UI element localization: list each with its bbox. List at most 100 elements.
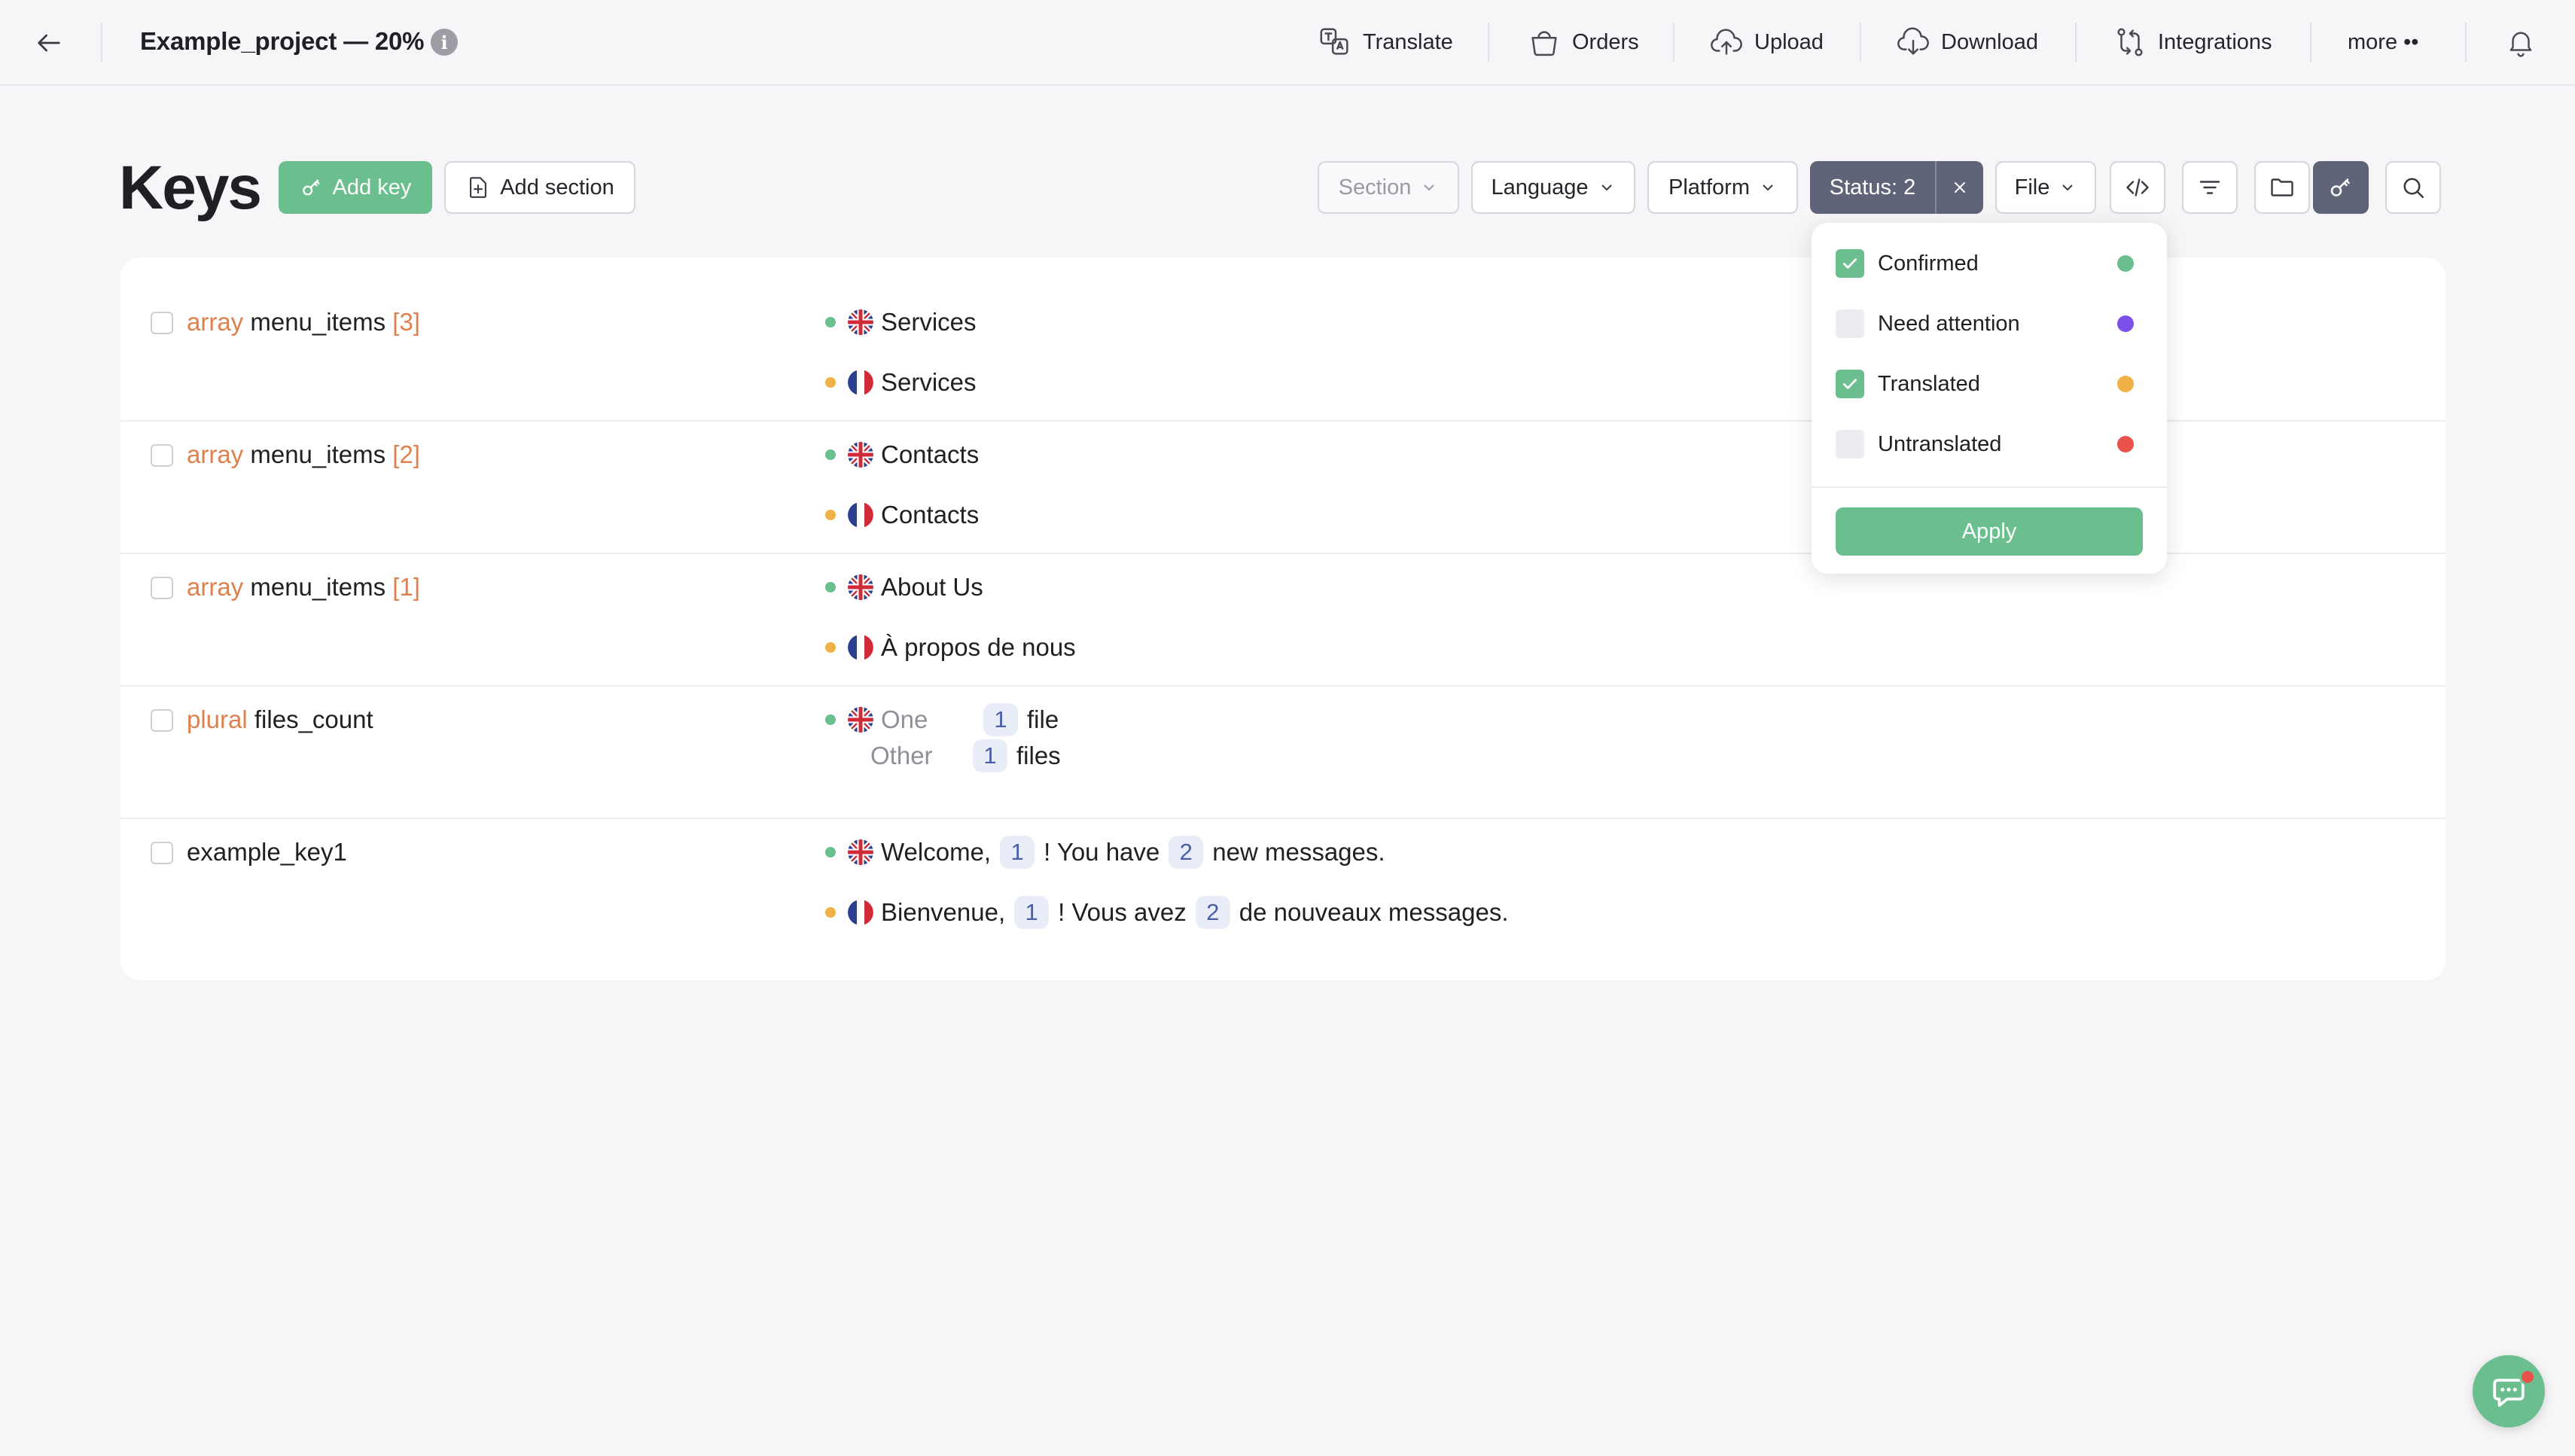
key-row[interactable]: plural files_count One 1 file Other 1 fi… [120,687,2445,819]
translation-en-other[interactable]: Other 1 files [870,739,1061,772]
status-option-translated[interactable]: Translated [1836,363,2143,405]
file-filter[interactable]: File [1995,161,2096,214]
add-section-button[interactable]: Add section [444,161,635,214]
clear-status-button[interactable] [1935,161,1983,214]
divider [2075,23,2077,62]
nav-more[interactable]: more •• [2348,21,2418,63]
row-checkbox[interactable] [151,312,173,334]
dropdown-divider [1812,486,2167,488]
nav-upload[interactable]: Upload [1709,21,1824,63]
translation-fr[interactable]: Contacts [825,498,979,532]
status-option-label: Untranslated [1878,431,2002,456]
key-name-text: example_key1 [187,838,347,866]
folder-plus-icon [470,177,487,198]
key-icon [2330,178,2350,196]
nav-download-label: Download [1941,29,2038,54]
key-view-button[interactable] [2313,161,2369,214]
notification-badge [2519,1369,2536,1385]
status-dot-confirmed [825,582,836,592]
key-name-text: files_count [254,705,373,733]
row-checkbox[interactable] [151,577,173,599]
code-view-button[interactable] [2110,161,2165,214]
integrations-icon [2117,28,2143,56]
fr-flag-icon [848,635,873,660]
nav-translate-label: Translate [1363,29,1453,54]
status-option-need-attention[interactable]: Need attention [1836,303,2143,345]
nav-upload-label: Upload [1754,29,1824,54]
status-filter: Status: 2 [1810,161,1983,214]
check-icon [1843,379,1857,389]
language-filter-label: Language [1491,175,1589,200]
section-view-button[interactable] [2254,161,2310,214]
key-name[interactable]: array menu_items [2] [187,438,420,471]
language-filter[interactable]: Language [1471,161,1635,214]
uk-flag-icon [848,707,873,733]
checkbox-checked[interactable] [1836,249,1864,278]
nav-download[interactable]: Download [1896,21,2038,63]
divider [101,23,102,62]
plural-form-label: One [881,705,928,733]
key-type: array [187,440,244,468]
checkbox-unchecked[interactable] [1836,309,1864,338]
status-option-label: Need attention [1878,311,2020,336]
status-dropdown: Confirmed Need attention Translated Untr… [1812,223,2167,574]
nav-translate[interactable]: Translate [1318,21,1453,63]
search-button[interactable] [2385,161,2441,214]
platform-filter[interactable]: Platform [1647,161,1798,214]
chat-button[interactable] [2473,1355,2545,1427]
translation-en[interactable]: About Us [825,571,983,604]
translation-fr[interactable]: À propos de nous [825,631,1076,664]
status-color-dot [2117,255,2134,272]
info-icon[interactable]: i [431,29,458,56]
translation-text: Services [881,308,977,336]
section-filter[interactable]: Section [1318,161,1459,214]
status-color-dot [2117,315,2134,332]
translation-en[interactable]: Welcome, 1 ! You have 2 new messages. [825,836,1385,869]
folder-icon [2271,178,2293,196]
fr-flag-icon [848,502,873,528]
status-filter-label[interactable]: Status: 2 [1810,161,1935,214]
translation-en[interactable]: Contacts [825,438,979,471]
nav-orders[interactable]: Orders [1527,21,1639,63]
placeholder-chip: 2 [1169,836,1204,869]
key-name[interactable]: plural files_count [187,703,373,736]
row-checkbox[interactable] [151,444,173,467]
status-dot-translated [825,907,836,918]
divider [1673,23,1675,62]
key-name[interactable]: array menu_items [3] [187,306,420,339]
plural-form-label: Other [870,742,933,769]
status-option-confirmed[interactable]: Confirmed [1836,242,2143,285]
key-row[interactable]: example_key1 Welcome, 1 ! You have 2 new… [120,819,2445,980]
key-name-text: menu_items [250,440,386,468]
translation-fr[interactable]: Services [825,366,977,399]
translation-text: de nouveaux messages. [1239,898,1509,926]
translation-text: file [1027,705,1059,733]
status-dot-translated [825,642,836,653]
key-name[interactable]: array menu_items [1] [187,571,420,604]
translation-text: Services [881,368,977,396]
key-row[interactable]: array menu_items [1] About Us À propos d… [120,554,2445,687]
checkbox-unchecked[interactable] [1836,430,1864,458]
translation-en-one[interactable]: One 1 file [825,703,1059,736]
status-dot-translated [825,510,836,520]
chevron-down-icon [1763,184,1773,191]
translation-text: À propos de nous [881,633,1076,661]
nav-more-label: more •• [2348,29,2419,54]
orders-icon [1531,31,1557,56]
checkbox-checked[interactable] [1836,370,1864,398]
row-checkbox[interactable] [151,709,173,732]
status-option-label: Translated [1878,371,1980,396]
nav-integrations[interactable]: Integrations [2113,21,2272,63]
row-checkbox[interactable] [151,842,173,864]
filter-button[interactable] [2182,161,2238,214]
bell-icon[interactable] [2501,23,2540,62]
translation-fr[interactable]: Bienvenue, 1 ! Vous avez 2 de nouveaux m… [825,896,1508,929]
key-name[interactable]: example_key1 [187,836,347,869]
back-arrow-icon[interactable] [29,23,69,63]
status-color-dot [2117,436,2134,452]
apply-button[interactable]: Apply [1836,507,2143,556]
section-filter-label: Section [1338,175,1412,200]
status-option-untranslated[interactable]: Untranslated [1836,423,2143,465]
translation-en[interactable]: Services [825,306,977,339]
add-key-button[interactable]: Add key [279,161,432,214]
